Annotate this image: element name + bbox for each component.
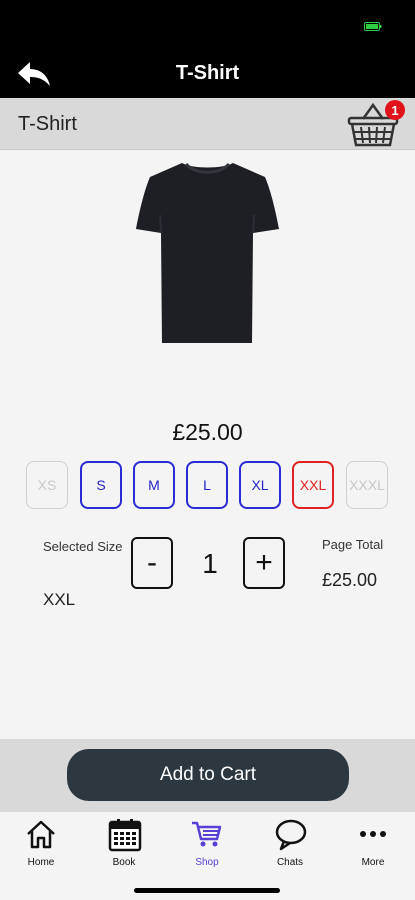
tab-shop[interactable]: Shop (172, 818, 242, 868)
more-dots-icon (360, 831, 386, 837)
home-icon (27, 820, 55, 849)
add-to-cart-button[interactable]: Add to Cart (67, 749, 349, 801)
nav-title: T-Shirt (175, 62, 240, 84)
tab-more[interactable]: More (338, 818, 408, 868)
size-option-xl[interactable]: XL (239, 461, 281, 509)
tab-book[interactable]: Book (89, 818, 159, 868)
product-price: £25.00 (172, 419, 243, 445)
cart-button[interactable]: 1 (345, 98, 407, 150)
size-option-m[interactable]: M (133, 461, 175, 509)
page-total-label: Page Total (322, 537, 384, 552)
size-option-l[interactable]: L (186, 461, 228, 509)
cart-count-badge: 1 (385, 100, 405, 120)
tab-home[interactable]: Home (6, 818, 76, 868)
tab-home-label: Home (27, 857, 55, 868)
bottom-tab-bar: Home Book Shop Chats More (0, 812, 415, 900)
home-indicator (134, 888, 280, 893)
tab-chats-label: Chats (276, 857, 304, 868)
size-selector: XS S M L XL XXL XXXL (26, 461, 396, 509)
chat-bubble-icon (275, 819, 307, 851)
tab-book-label: Book (112, 857, 136, 868)
product-header-title: T-Shirt (18, 113, 77, 135)
size-option-s[interactable]: S (80, 461, 122, 509)
tab-chats[interactable]: Chats (255, 818, 325, 868)
navigation-bar: T-Shirt (0, 50, 415, 98)
quantity-value: 1 (202, 548, 218, 579)
add-to-cart-bar: Add to Cart (0, 739, 415, 812)
selected-size-value: XXL (43, 590, 76, 609)
battery-icon (364, 22, 382, 31)
selected-size-label: Selected Size (43, 539, 123, 554)
shopping-cart-icon (192, 821, 222, 847)
size-option-xxl[interactable]: XXL (292, 461, 334, 509)
tab-more-label: More (361, 857, 385, 868)
size-option-xs[interactable]: XS (26, 461, 68, 509)
product-header: T-Shirt 1 (0, 98, 415, 150)
size-option-xxxl[interactable]: XXXL (346, 461, 388, 509)
page-total-value: £25.00 (322, 570, 378, 590)
quantity-decrease-button[interactable]: - (131, 537, 173, 589)
calendar-icon (108, 819, 142, 852)
tab-shop-label: Shop (195, 857, 219, 868)
quantity-increase-button[interactable]: + (243, 537, 285, 589)
status-bar (0, 0, 415, 50)
black-tshirt-image (136, 162, 279, 343)
